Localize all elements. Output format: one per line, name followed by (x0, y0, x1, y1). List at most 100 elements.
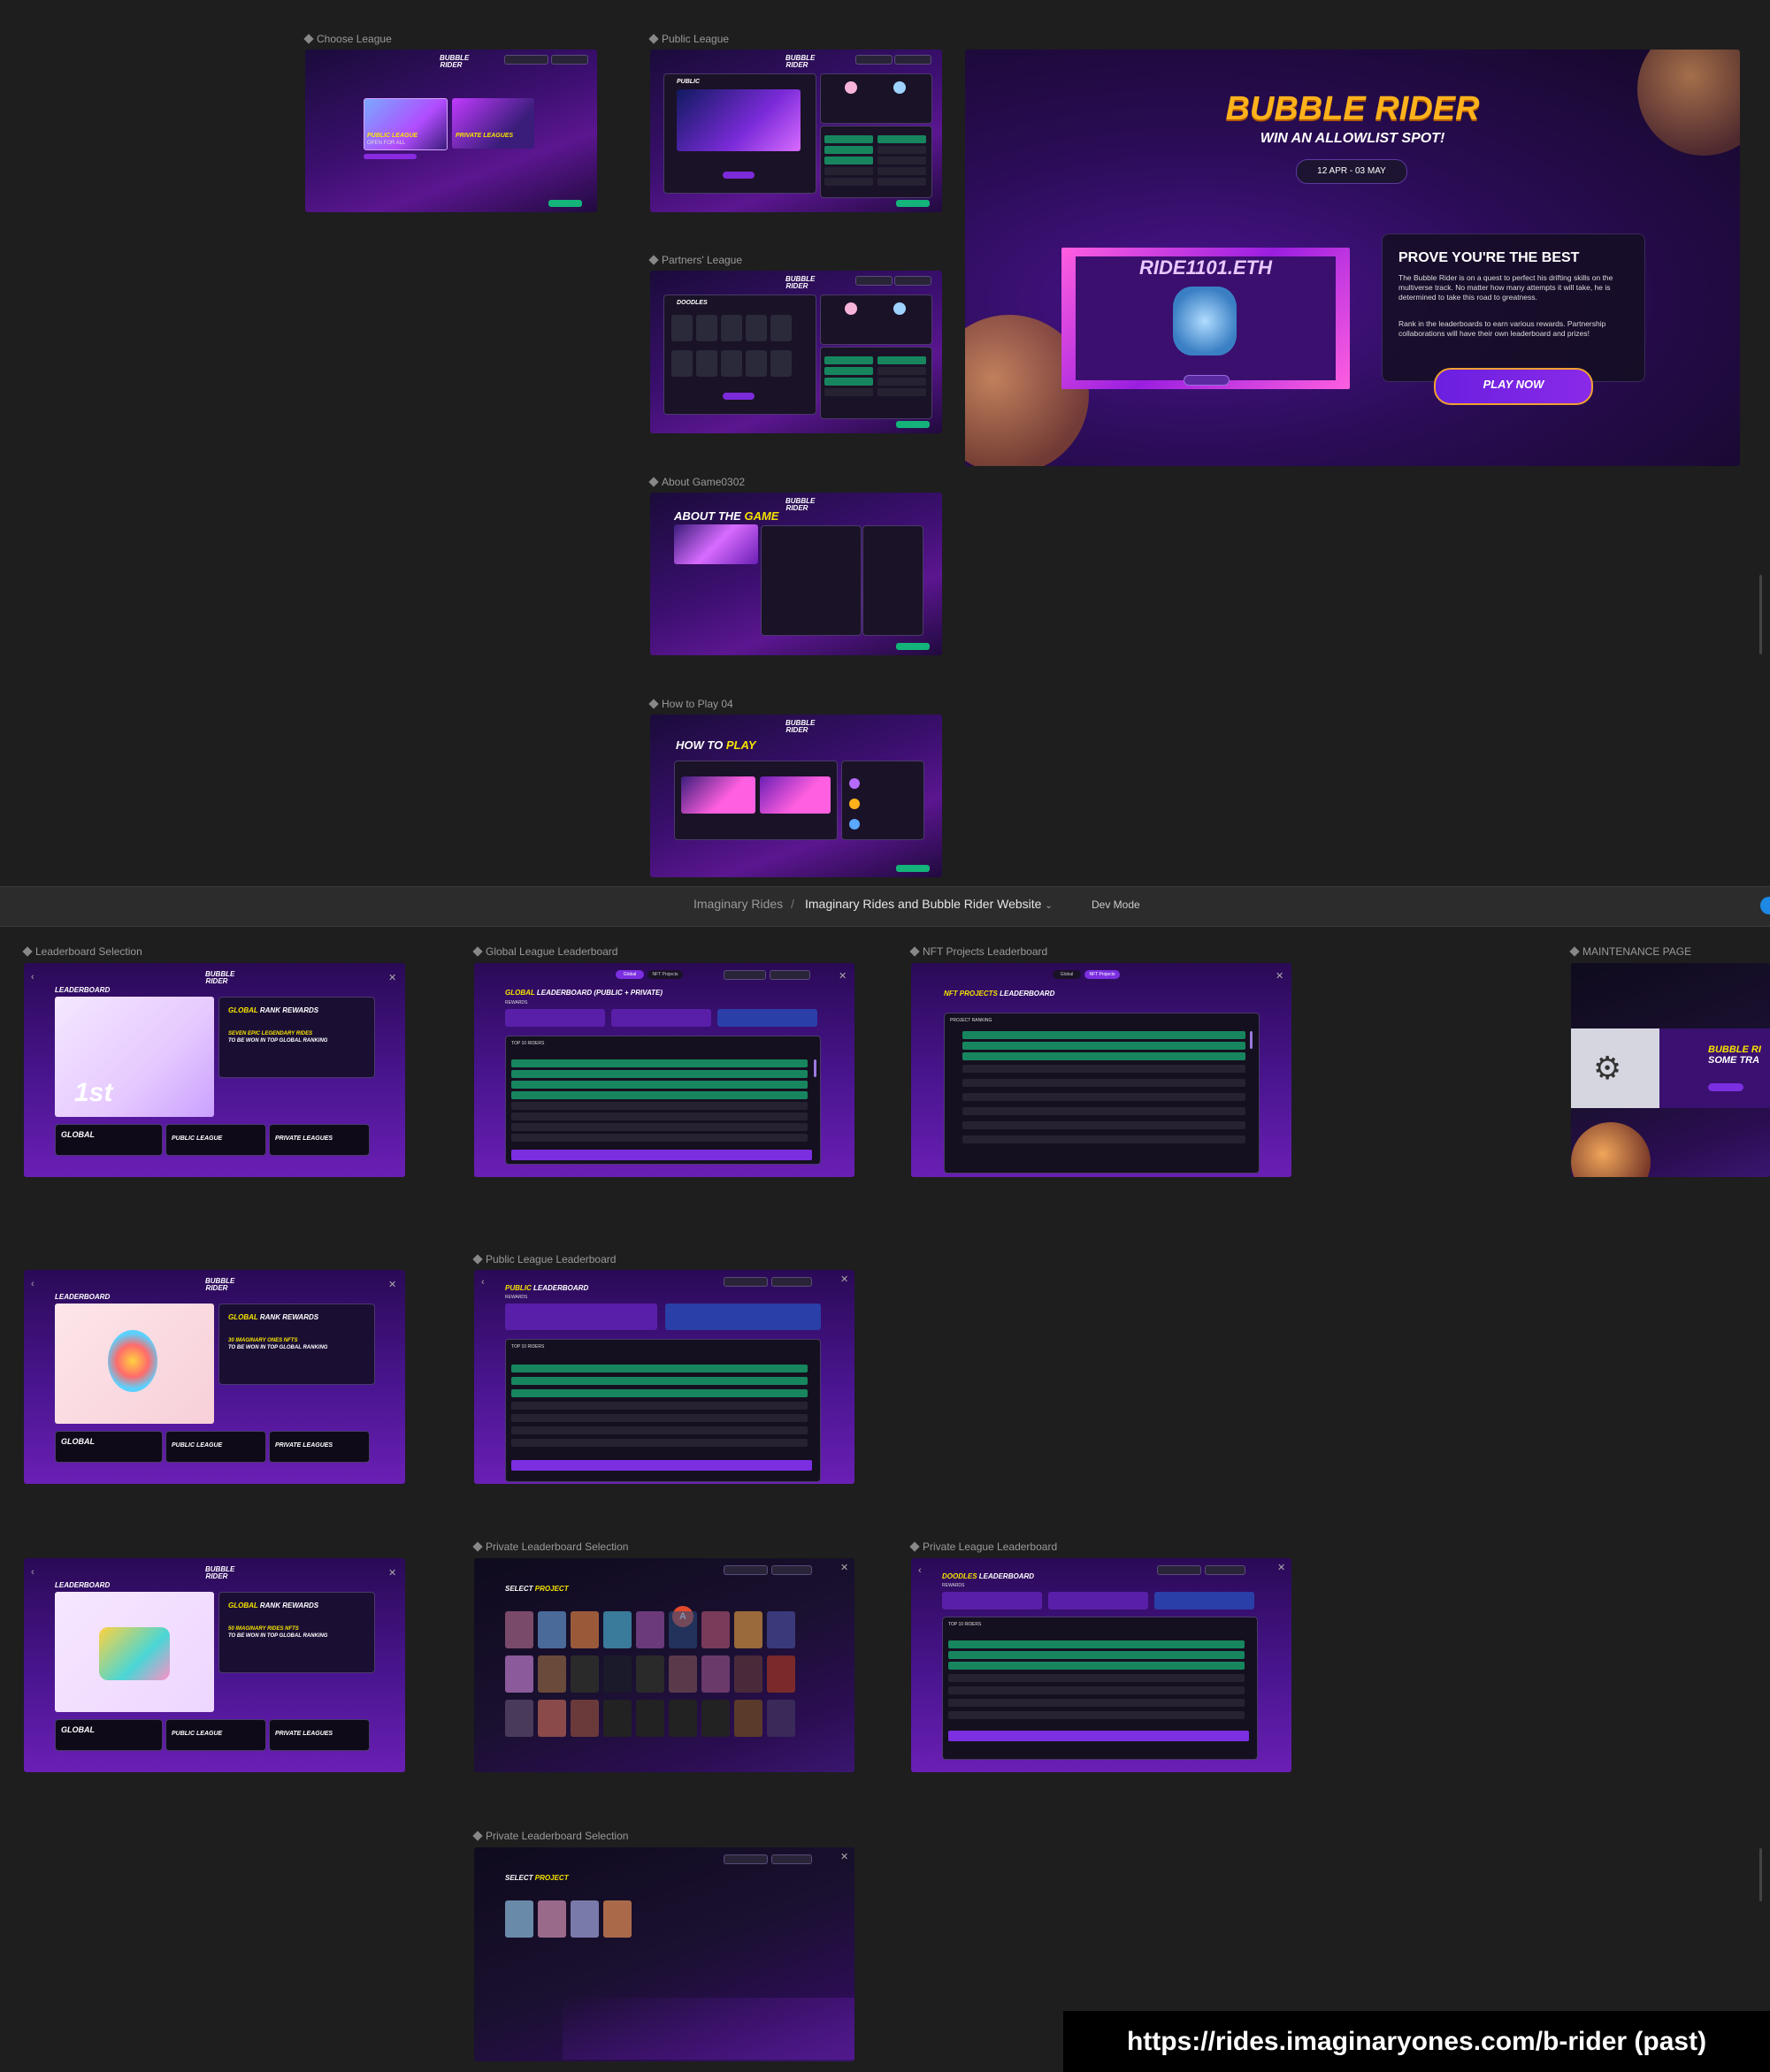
private-leaderboard-frame[interactable]: ‹ ✕ DOODLES LEADERBOARD REWARDS TOP 10 R… (911, 1558, 1291, 1772)
public-leaderboard-frame[interactable]: ‹ ✕ PUBLIC LEADERBOARD REWARDS TOP 10 RI… (474, 1270, 854, 1484)
rider-character (1173, 287, 1237, 356)
play-now-button[interactable]: PLAY NOW (1434, 368, 1593, 405)
close-icon[interactable]: ✕ (1276, 970, 1283, 982)
rewards-label: REWARDS (505, 1000, 528, 1005)
leaderboard-button[interactable] (548, 200, 582, 207)
nft-projects-frame[interactable]: Global NFT Projects ✕ NFT PROJECTS LEADE… (911, 963, 1291, 1177)
discord-pill[interactable] (770, 970, 810, 980)
about-game-frame[interactable]: BUBBLE RIDER ABOUT THE GAME (650, 493, 942, 655)
global-card[interactable]: GLOBAL (55, 1719, 163, 1751)
wallet-pill[interactable] (504, 55, 548, 65)
back-icon[interactable]: ‹ (918, 1565, 922, 1576)
top-riders-label: TOP 10 RIDERS (948, 1622, 982, 1627)
choose-league-frame[interactable]: BUBBLE RIDER PUBLIC LEAGUE OPEN FOR ALL … (305, 50, 597, 212)
back-icon[interactable]: ‹ (31, 1279, 34, 1289)
play-button[interactable] (723, 172, 755, 179)
leaderboard-button[interactable] (896, 865, 930, 872)
wallet-pill[interactable] (724, 1854, 768, 1864)
global-leaderboard-frame[interactable]: Global NFT Projects ✕ GLOBAL LEADERBOARD… (474, 963, 854, 1177)
dev-mode-toggle[interactable]: Dev Mode (1092, 898, 1140, 911)
rewards-card: GLOBAL RANK REWARDS 50 IMAGINARY RIDES N… (218, 1592, 375, 1673)
tab-nft-projects[interactable]: NFT Projects (1084, 970, 1120, 979)
back-icon[interactable]: ‹ (31, 972, 34, 982)
play-button[interactable] (723, 393, 755, 400)
close-icon[interactable]: ✕ (840, 1562, 848, 1573)
global-card[interactable]: GLOBAL (55, 1124, 163, 1156)
info-body-1: The Bubble Rider is on a quest to perfec… (1398, 273, 1613, 302)
select-project-title: SELECT PROJECT (505, 1585, 569, 1593)
private-selection-frame[interactable]: ✕ SELECT PROJECT A (474, 1558, 854, 1772)
public-league-card[interactable]: PUBLIC LEAGUE (165, 1719, 266, 1751)
breadcrumb-separator: / (791, 897, 794, 911)
leaderboard-selection-frame[interactable]: BUBBLE RIDER ‹ ✕ LEADERBOARD GLOBAL RANK… (24, 1270, 405, 1484)
leaderboard-button[interactable] (896, 200, 930, 207)
private-league-card[interactable] (452, 98, 534, 149)
how-to-play-frame[interactable]: BUBBLE RIDER HOW TO PLAY (650, 715, 942, 877)
discord-pill[interactable] (771, 1565, 812, 1575)
follow-button[interactable] (1708, 1083, 1743, 1091)
wallet-pill[interactable] (855, 276, 893, 286)
dates-pill: 12 APR - 03 MAY (1296, 159, 1407, 184)
close-icon[interactable]: ✕ (840, 1273, 848, 1285)
chevron-down-icon[interactable]: ⌄ (1045, 901, 1052, 911)
public-league-card[interactable]: PUBLIC LEAGUE (165, 1431, 266, 1463)
riders-table: TOP 10 RIDERS (505, 1339, 821, 1482)
private-leagues-card[interactable]: PRIVATE LEAGUES (269, 1431, 370, 1463)
close-icon[interactable]: ✕ (388, 972, 396, 983)
back-icon[interactable]: ‹ (481, 1277, 485, 1288)
game-image (674, 524, 758, 564)
maintenance-frame: ⚙ BUBBLE RI SOME TRA (1571, 963, 1770, 1177)
wallet-pill[interactable] (724, 1565, 768, 1575)
reward-card (505, 1304, 657, 1330)
breadcrumb-file[interactable]: Imaginary Rides and Bubble Rider Website… (805, 897, 1053, 911)
rider-row (824, 178, 873, 186)
discord-pill[interactable] (1205, 1565, 1245, 1575)
back-icon[interactable]: ‹ (31, 1567, 34, 1578)
scrollbar[interactable] (1759, 575, 1762, 654)
rewards-headline: 30 IMAGINARY ONES NFTS (228, 1338, 298, 1343)
close-icon[interactable]: ✕ (388, 1279, 396, 1290)
leaderboard-selection-frame[interactable]: BUBBLE RIDER ‹ ✕ LEADERBOARD GLOBAL RANK… (24, 1558, 405, 1772)
discord-pill[interactable] (894, 276, 931, 286)
wallet-pill[interactable] (724, 970, 766, 980)
private-leagues-card[interactable]: PRIVATE LEAGUES (269, 1719, 370, 1751)
partners-league-frame[interactable]: BUBBLE RIDER DOODLES (650, 271, 942, 433)
hero-title: BUBBLE RIDER (1225, 90, 1480, 127)
scrollbar[interactable] (1759, 1848, 1762, 1901)
leaderboard-button[interactable] (896, 421, 930, 428)
wallet-pill[interactable] (1157, 1565, 1201, 1575)
rank-rewards-label: RANK REWARDS (259, 1006, 319, 1014)
reward-image (55, 1592, 214, 1712)
global-card[interactable]: GLOBAL (55, 1431, 163, 1463)
close-icon[interactable]: ✕ (840, 1851, 848, 1862)
discord-pill[interactable] (771, 1277, 812, 1287)
discord-pill[interactable] (894, 55, 931, 65)
leaderboard-selection-frame[interactable]: BUBBLE RIDER ‹ ✕ LEADERBOARD 1st GLOBAL … (24, 963, 405, 1177)
tab-global[interactable]: Global (616, 970, 644, 979)
global-label: GLOBAL (228, 1602, 258, 1609)
public-league-frame[interactable]: BUBBLE RIDER PUBLIC (650, 50, 942, 212)
tab-nft-projects[interactable]: NFT Projects (647, 970, 683, 979)
wallet-pill[interactable] (855, 55, 893, 65)
reward-card (505, 1009, 605, 1027)
discord-pill[interactable] (551, 55, 588, 65)
frame-label: MAINTENANCE PAGE (1569, 945, 1691, 958)
breadcrumb-project[interactable]: Imaginary Rides (693, 897, 783, 911)
close-icon[interactable]: ✕ (388, 1567, 396, 1579)
riders-table: TOP 10 RIDERS (505, 1036, 821, 1165)
private-leagues-label: PRIVATE LEAGUES (456, 133, 514, 139)
public-league-card[interactable]: PUBLIC LEAGUE (165, 1124, 266, 1156)
frame-label: Public League (648, 33, 729, 45)
private-selection-frame[interactable]: ✕ SELECT PROJECT (474, 1847, 854, 2061)
tab-global[interactable]: Global (1053, 970, 1081, 979)
banner-button[interactable] (1184, 375, 1230, 386)
track-image (677, 89, 801, 151)
private-leagues-card[interactable]: PRIVATE LEAGUES (269, 1124, 370, 1156)
leaderboard-button[interactable] (896, 643, 930, 650)
close-icon[interactable]: ✕ (839, 970, 847, 982)
wallet-pill[interactable] (724, 1277, 768, 1287)
close-icon[interactable]: ✕ (1277, 1562, 1285, 1573)
discord-pill[interactable] (771, 1854, 812, 1864)
projects-table: PROJECT RANKING (944, 1013, 1260, 1174)
reward-card (717, 1009, 817, 1027)
